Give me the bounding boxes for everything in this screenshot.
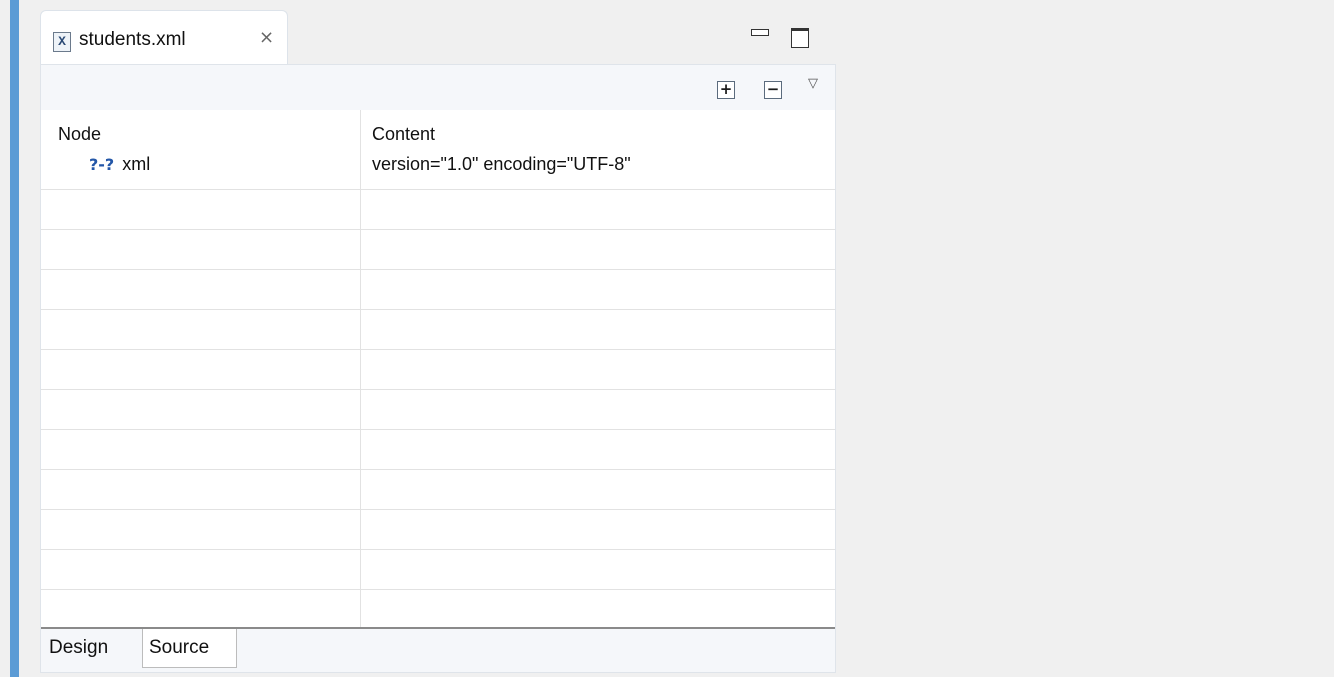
tab-source[interactable]: Source: [142, 629, 237, 668]
content-cell: version="1.0" encoding="UTF-8": [372, 154, 631, 174]
tab-strip: X students.xml ⨯: [29, 10, 842, 64]
empty-row: [41, 590, 835, 627]
minimize-icon[interactable]: [749, 22, 773, 46]
processing-instruction-icon: ?-?: [89, 155, 115, 174]
empty-row: [41, 350, 835, 390]
collapse-all-icon[interactable]: −: [761, 78, 782, 99]
column-header-node[interactable]: Node: [58, 124, 101, 145]
toolbar: + − ▽: [41, 65, 835, 110]
node-cell: ?-? xml: [89, 154, 150, 175]
expand-all-icon[interactable]: +: [714, 78, 735, 99]
close-icon[interactable]: ⨯: [259, 27, 274, 48]
tab-students-xml[interactable]: X students.xml ⨯: [40, 10, 288, 64]
view-menu-icon[interactable]: ▽: [808, 75, 818, 91]
xml-editor: X students.xml ⨯ + − ▽ Node Content ?-? x…: [29, 10, 842, 675]
empty-row: [41, 310, 835, 350]
empty-row: [41, 550, 835, 590]
empty-row: [41, 270, 835, 310]
table-header: Node Content: [41, 110, 835, 150]
node-name: xml: [122, 154, 151, 174]
empty-row: [41, 390, 835, 430]
empty-row: [41, 430, 835, 470]
table-row[interactable]: ?-? xml version="1.0" encoding="UTF-8": [41, 150, 835, 190]
left-accent-bar: [10, 0, 19, 677]
tab-design[interactable]: Design: [43, 629, 143, 668]
empty-row: [41, 510, 835, 550]
maximize-icon[interactable]: [788, 22, 812, 48]
xml-file-icon: X: [53, 32, 71, 52]
empty-row: [41, 190, 835, 230]
column-header-content[interactable]: Content: [372, 124, 435, 145]
empty-row: [41, 470, 835, 510]
editor-page-tabs: Design Source: [41, 627, 835, 672]
editor-panel: + − ▽ Node Content ?-? xml version="1.0" …: [40, 64, 836, 673]
empty-row: [41, 230, 835, 270]
tab-title: students.xml: [79, 29, 186, 50]
xml-tree-table: Node Content ?-? xml version="1.0" encodi…: [41, 110, 835, 627]
